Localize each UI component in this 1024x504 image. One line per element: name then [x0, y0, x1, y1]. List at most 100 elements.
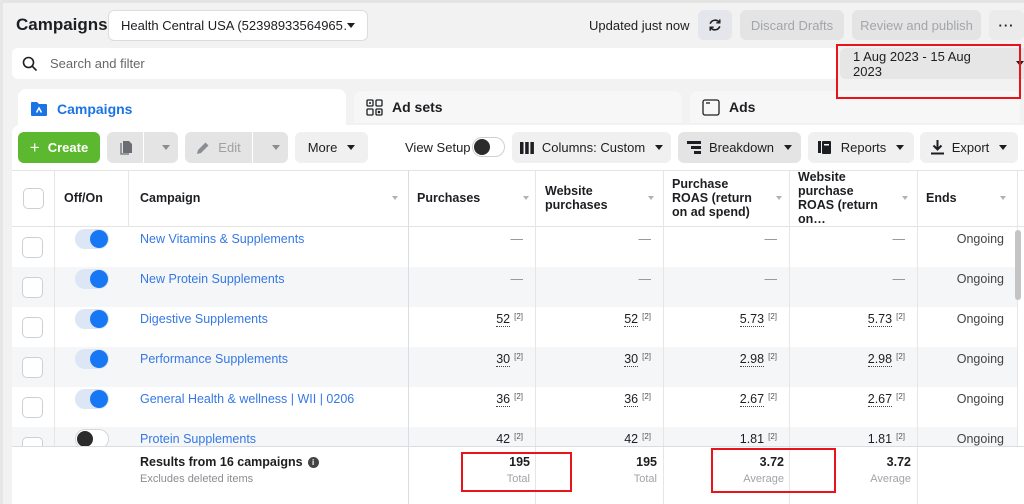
cell-purchase-roas: 2.67 [2]: [739, 392, 777, 407]
campaign-name-link[interactable]: Protein Supplements: [140, 432, 256, 446]
footnote-marker: [2]: [896, 432, 905, 441]
folder-icon: [31, 102, 47, 116]
cell-website-purchase-roas: —: [893, 272, 906, 286]
empty-value: —: [510, 232, 524, 246]
edit-dropdown-button[interactable]: [253, 132, 288, 163]
duplicate-dropdown-button[interactable]: [144, 132, 178, 163]
campaign-toggle[interactable]: [75, 229, 109, 249]
campaign-name-link[interactable]: New Vitamins & Supplements: [140, 232, 304, 246]
cell-purchases: 52 [2]: [496, 312, 523, 327]
cell-ends: Ongoing: [956, 272, 1004, 286]
metric-value[interactable]: 2.98: [739, 352, 765, 367]
column-header-campaign[interactable]: Campaign: [140, 170, 408, 226]
table-row[interactable]: New Protein Supplements — — — — Ongoing: [12, 267, 1017, 307]
header-select-all[interactable]: [12, 170, 54, 226]
cell-website-purchases: 52 [2]: [624, 312, 651, 327]
metric-value[interactable]: 2.67: [867, 392, 893, 407]
metric-value[interactable]: 5.73: [739, 312, 765, 327]
review-and-publish-button[interactable]: Review and publish: [852, 10, 981, 40]
row-checkbox[interactable]: [22, 397, 43, 418]
chevron-down-icon: [784, 145, 793, 150]
edit-label: Edit: [218, 140, 241, 155]
campaign-toggle[interactable]: [75, 269, 109, 289]
campaign-name-link[interactable]: General Health & wellness | WII | 0206: [140, 392, 354, 406]
column-header-purchases[interactable]: Purchases: [417, 170, 539, 226]
row-checkbox[interactable]: [22, 237, 43, 258]
metric-value[interactable]: 2.67: [739, 392, 765, 407]
summary-purchases-value: 195: [509, 455, 530, 469]
metric-value[interactable]: 5.73: [867, 312, 893, 327]
account-selector[interactable]: Health Central USA (52398933564965…: [108, 10, 368, 41]
more-options-button[interactable]: ···: [989, 10, 1024, 40]
metric-value[interactable]: 42: [624, 432, 639, 447]
results-summary: Results from 16 campaigns i Excludes del…: [12, 446, 1024, 504]
metric-value[interactable]: 52: [496, 312, 511, 327]
metric-value[interactable]: 30: [496, 352, 511, 367]
more-button[interactable]: More: [295, 132, 368, 163]
table-row[interactable]: Digestive Supplements 52 [2] 52 [2] 5.73 [2] 5.…: [12, 307, 1017, 347]
footnote-marker: [2]: [514, 312, 523, 321]
export-button[interactable]: Export: [920, 132, 1018, 163]
columns-button[interactable]: Columns: Custom: [512, 132, 671, 163]
tab-ads[interactable]: Ads: [690, 91, 1020, 123]
create-button[interactable]: + Create: [18, 132, 100, 163]
metric-value[interactable]: 52: [624, 312, 639, 327]
cell-website-purchases: 30 [2]: [624, 352, 651, 367]
vertical-scrollbar[interactable]: [1015, 230, 1021, 300]
footnote-marker: [2]: [896, 352, 905, 361]
breakdown-icon: [686, 141, 701, 154]
cell-website-purchase-roas: 2.98 [2]: [867, 352, 905, 367]
table-row[interactable]: General Health & wellness | WII | 0206 36…: [12, 387, 1017, 427]
metric-value[interactable]: 1.81: [867, 432, 893, 447]
cell-website-purchase-roas: 5.73 [2]: [867, 312, 905, 327]
metric-value[interactable]: 42: [496, 432, 511, 447]
top-border: [0, 0, 1024, 3]
campaign-toggle[interactable]: [75, 389, 109, 409]
tab-campaigns[interactable]: Campaigns: [18, 89, 346, 129]
column-header-label: Purchase ROAS (return on ad spend): [672, 177, 752, 219]
row-checkbox[interactable]: [22, 277, 43, 298]
campaign-name-link[interactable]: Digestive Supplements: [140, 312, 268, 326]
column-header-ends[interactable]: Ends: [926, 170, 1016, 226]
cell-website-purchase-roas: 2.67 [2]: [867, 392, 905, 407]
info-icon[interactable]: i: [307, 456, 319, 468]
row-checkbox[interactable]: [22, 317, 43, 338]
campaign-name-link[interactable]: Performance Supplements: [140, 352, 288, 366]
refresh-button[interactable]: [698, 10, 732, 40]
select-all-checkbox[interactable]: [22, 187, 44, 209]
campaign-toggle[interactable]: [75, 349, 109, 369]
cell-purchases: 36 [2]: [496, 392, 523, 407]
metric-value[interactable]: 1.81: [739, 432, 765, 447]
column-header-website-purchase-roas[interactable]: Website purchase ROAS (return on…: [798, 170, 918, 226]
date-range-picker[interactable]: 1 Aug 2023 - 15 Aug 2023: [840, 48, 1024, 79]
cell-purchase-roas: 1.81 [2]: [739, 432, 777, 447]
column-header-website-purchases[interactable]: Website purchases: [545, 170, 664, 226]
toggle-knob: [77, 431, 93, 447]
metric-value[interactable]: 30: [624, 352, 639, 367]
columns-label: Columns: Custom: [541, 140, 646, 155]
search-input[interactable]: Search and filter: [12, 48, 838, 79]
tab-ad-sets[interactable]: Ad sets: [354, 91, 682, 123]
reports-button[interactable]: Reports: [808, 132, 914, 163]
metric-value[interactable]: 2.98: [867, 352, 893, 367]
column-header-purchase-roas[interactable]: Purchase ROAS (return on ad spend): [672, 170, 792, 226]
view-setup-label: View Setup: [405, 140, 471, 155]
metric-value[interactable]: 36: [496, 392, 511, 407]
table-row[interactable]: New Vitamins & Supplements — — — — Ongoing: [12, 227, 1017, 267]
metric-value[interactable]: 36: [624, 392, 639, 407]
discard-drafts-button[interactable]: Discard Drafts: [740, 10, 844, 40]
campaign-toggle[interactable]: [75, 309, 109, 329]
view-setup-toggle[interactable]: [472, 137, 505, 157]
duplicate-button[interactable]: [107, 132, 143, 163]
edit-button[interactable]: Edit: [185, 132, 252, 163]
row-checkbox[interactable]: [22, 357, 43, 378]
cell-website-purchases: 36 [2]: [624, 392, 651, 407]
breakdown-button[interactable]: Breakdown: [678, 132, 801, 163]
tab-label: Ad sets: [392, 99, 443, 115]
cell-purchases: —: [511, 272, 524, 286]
chevron-down-icon: [347, 145, 356, 150]
footnote-marker: [2]: [514, 352, 523, 361]
campaign-name-link[interactable]: New Protein Supplements: [140, 272, 285, 286]
reports-label: Reports: [840, 140, 887, 155]
table-row[interactable]: Performance Supplements 30 [2] 30 [2] 2.98 [2]…: [12, 347, 1017, 387]
